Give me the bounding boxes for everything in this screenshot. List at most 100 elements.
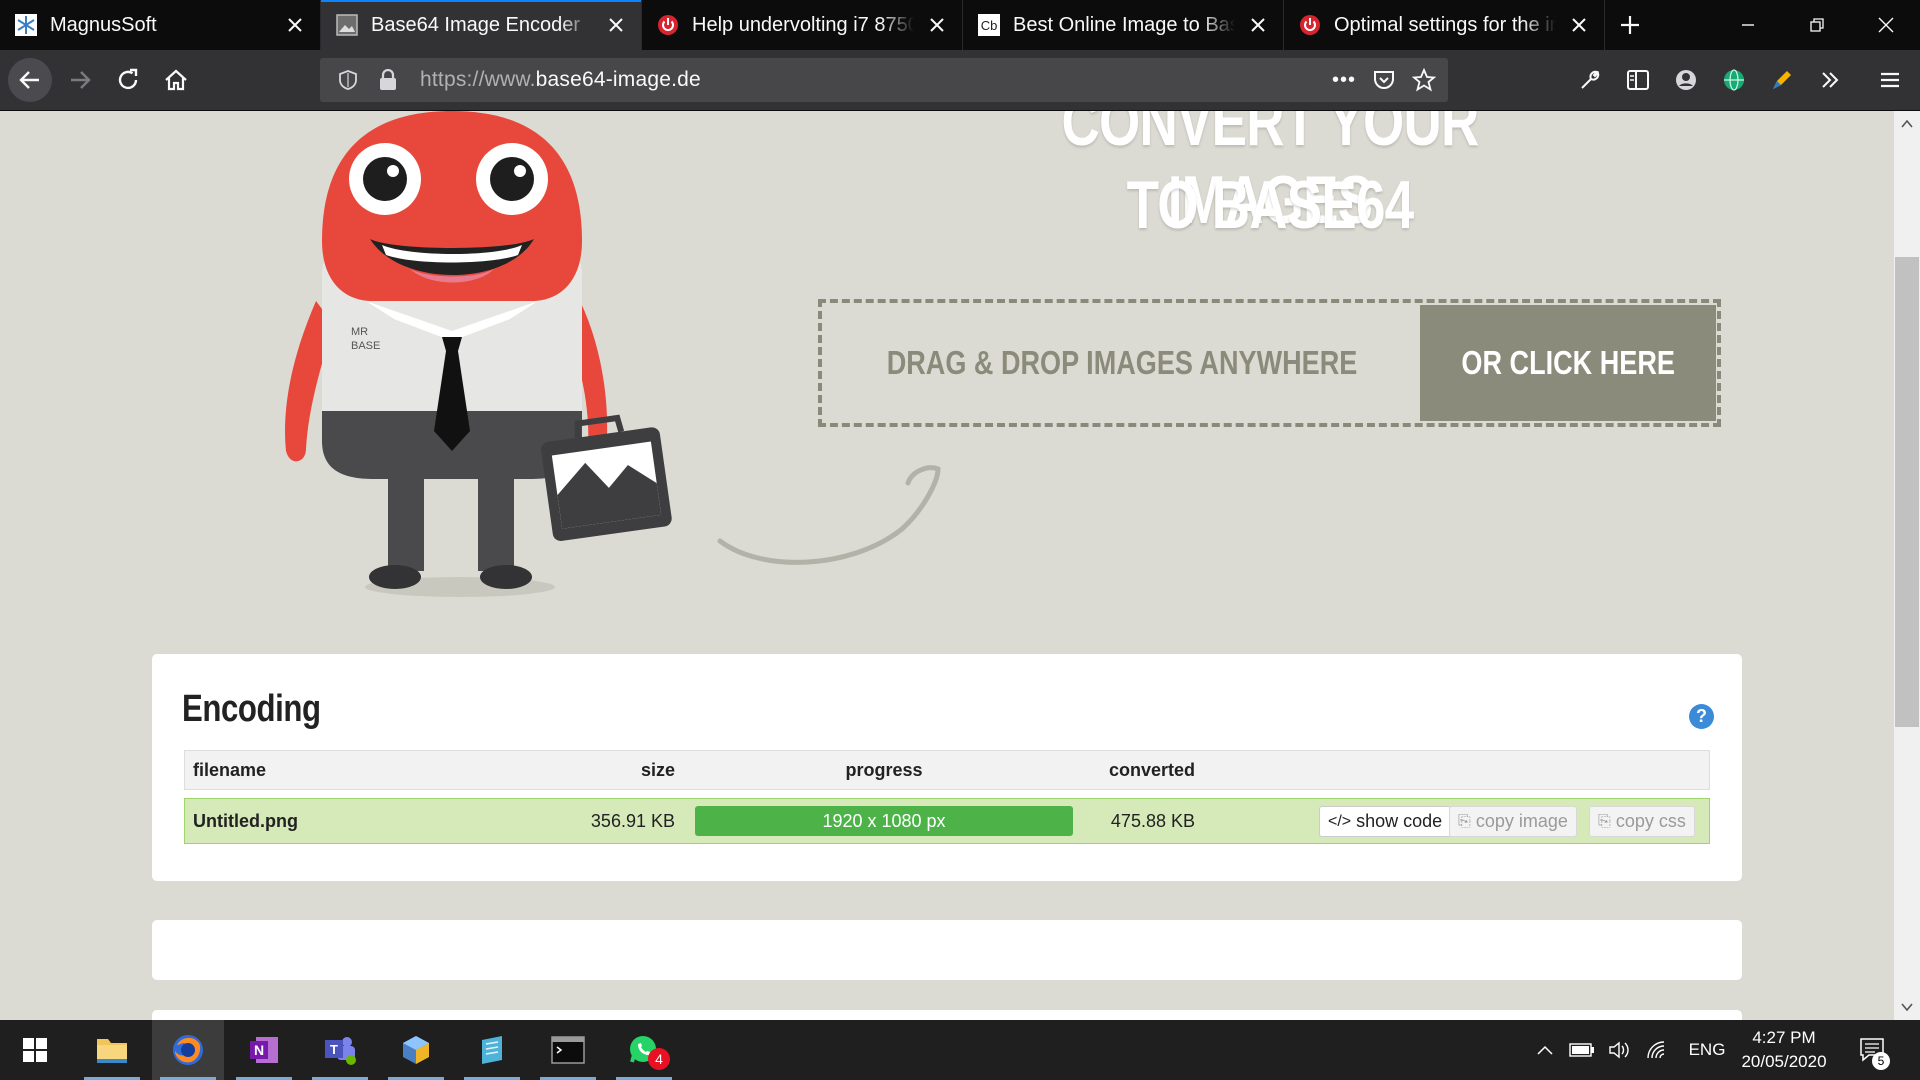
image-icon bbox=[335, 13, 359, 37]
clock[interactable]: 4:27 PM 20/05/2020 bbox=[1732, 1020, 1836, 1080]
back-button[interactable] bbox=[8, 58, 52, 102]
url-host: base64-image.de bbox=[535, 68, 701, 91]
tab-magnussoft[interactable]: MagnusSoft bbox=[0, 0, 321, 50]
wrench-icon[interactable] bbox=[1572, 62, 1608, 98]
taskbar-app-file-explorer[interactable] bbox=[76, 1020, 148, 1080]
copy-css-button[interactable]: ⎘ copy css bbox=[1589, 806, 1695, 837]
copy-css-label: copy css bbox=[1615, 811, 1686, 831]
close-tab-icon[interactable] bbox=[924, 12, 950, 38]
taskbar-app-whatsapp[interactable]: 4 bbox=[608, 1020, 680, 1080]
reload-icon bbox=[118, 68, 138, 90]
navigation-toolbar: https://www.base64-image.de ••• bbox=[0, 50, 1920, 111]
url-text[interactable]: https://www.base64-image.de bbox=[420, 68, 701, 92]
row-size: 356.91 KB bbox=[590, 810, 675, 831]
bookmark-star-icon[interactable] bbox=[1404, 60, 1444, 100]
terminal-icon bbox=[551, 1036, 585, 1064]
tab-title: Best Online Image to Base64 bbox=[1013, 13, 1235, 36]
lock-icon[interactable] bbox=[368, 60, 408, 100]
hero-heading-line2: TO BASE64 bbox=[1126, 167, 1415, 243]
file-explorer-icon bbox=[97, 1039, 127, 1063]
close-tab-icon[interactable] bbox=[1245, 12, 1271, 38]
clock-date: 20/05/2020 bbox=[1741, 1052, 1827, 1071]
tab-title: MagnusSoft bbox=[50, 13, 157, 36]
upload-button-label: OR CLICK HERE bbox=[1461, 344, 1675, 381]
upload-button[interactable]: OR CLICK HERE bbox=[1420, 305, 1716, 421]
tab-optimal-settings[interactable]: Optimal settings for the intel bbox=[1284, 0, 1605, 50]
reload-button[interactable] bbox=[106, 58, 150, 102]
speaker-icon bbox=[1609, 1041, 1629, 1059]
overflow-chevrons-icon[interactable] bbox=[1812, 62, 1848, 98]
empty-panel-2 bbox=[152, 1010, 1742, 1020]
taskbar-app-virtualbox[interactable] bbox=[380, 1020, 452, 1080]
row-converted: 475.88 KB bbox=[1110, 810, 1195, 831]
table-header: filename size progress converted bbox=[184, 750, 1710, 790]
new-tab-button[interactable] bbox=[1605, 0, 1655, 50]
pen-extension-icon[interactable] bbox=[1764, 62, 1800, 98]
encoding-panel: Encoding ? filename size progress conver… bbox=[152, 654, 1742, 881]
restore-button[interactable] bbox=[1782, 0, 1851, 50]
forward-button[interactable] bbox=[58, 58, 102, 102]
code-icon: </> bbox=[1328, 812, 1352, 830]
notes-icon bbox=[482, 1036, 502, 1064]
notification-badge: 4 bbox=[648, 1048, 670, 1070]
drop-zone-text: DRAG & DROP IMAGES ANYWHERE bbox=[886, 344, 1358, 381]
windows-icon bbox=[23, 1038, 47, 1062]
tab-strip: MagnusSoft Base64 Image Encoder Help und… bbox=[0, 0, 1920, 50]
language-indicator[interactable]: ENG bbox=[1682, 1020, 1732, 1080]
tab-best-online-image[interactable]: Cb Best Online Image to Base64 bbox=[963, 0, 1284, 50]
taskbar-app-terminal[interactable] bbox=[532, 1020, 604, 1080]
close-tab-icon[interactable] bbox=[603, 12, 629, 38]
start-button[interactable] bbox=[0, 1020, 70, 1080]
progress-text: 1920 x 1080 px bbox=[822, 810, 946, 831]
tab-base64-image-encoder[interactable]: Base64 Image Encoder bbox=[321, 0, 642, 50]
copy-icon: ⎘ bbox=[1458, 812, 1471, 830]
minimize-button[interactable] bbox=[1713, 0, 1782, 50]
close-window-button[interactable] bbox=[1851, 0, 1920, 50]
page-actions-button[interactable]: ••• bbox=[1324, 60, 1364, 100]
network-button[interactable] bbox=[1642, 1020, 1674, 1080]
battery-button[interactable] bbox=[1566, 1020, 1598, 1080]
close-tab-icon[interactable] bbox=[282, 12, 308, 38]
clock-time: 4:27 PM bbox=[1752, 1028, 1816, 1047]
power-icon bbox=[656, 13, 680, 37]
hamburger-menu-icon[interactable] bbox=[1872, 62, 1908, 98]
url-bar[interactable]: https://www.base64-image.de ••• bbox=[320, 58, 1448, 102]
page-content: MR BASE CONVERT YOUR IMAGES TO BASE64 DR… bbox=[0, 111, 1894, 1020]
teams-icon: T bbox=[325, 1037, 356, 1065]
scroll-down-icon[interactable] bbox=[1894, 994, 1920, 1020]
volume-button[interactable] bbox=[1604, 1020, 1636, 1080]
tab-help-undervolting[interactable]: Help undervolting i7 8750h T bbox=[642, 0, 963, 50]
action-center-button[interactable]: 5 bbox=[1848, 1020, 1898, 1080]
taskbar: N T 4 ENG 4:27 PM 20/05/2020 5 bbox=[0, 1020, 1920, 1080]
tab-title: Base64 Image Encoder bbox=[371, 13, 581, 36]
firefox-icon bbox=[173, 1035, 203, 1065]
power-icon bbox=[1298, 13, 1322, 37]
scroll-up-icon[interactable] bbox=[1894, 111, 1920, 137]
tray-overflow-chevron[interactable] bbox=[1530, 1020, 1560, 1080]
copy-image-button[interactable]: ⎘ copy image bbox=[1449, 806, 1577, 837]
restore-icon bbox=[1809, 18, 1824, 32]
pocket-icon[interactable] bbox=[1364, 60, 1404, 100]
globe-extension-icon[interactable] bbox=[1716, 62, 1752, 98]
taskbar-app-firefox[interactable] bbox=[152, 1020, 224, 1080]
shield-icon[interactable] bbox=[328, 60, 368, 100]
help-icon[interactable]: ? bbox=[1689, 704, 1714, 729]
column-converted: converted bbox=[1108, 759, 1195, 780]
home-button[interactable] bbox=[154, 58, 198, 102]
sidebar-icon[interactable] bbox=[1620, 62, 1656, 98]
cb-icon-text: Cb bbox=[981, 18, 998, 33]
taskbar-app-teams[interactable]: T bbox=[304, 1020, 376, 1080]
page-scrollbar[interactable] bbox=[1894, 111, 1920, 1020]
drop-zone[interactable]: DRAG & DROP IMAGES ANYWHERE OR CLICK HER… bbox=[818, 299, 1721, 427]
column-progress: progress bbox=[845, 759, 923, 780]
arrow-right-icon bbox=[71, 71, 91, 89]
scrollbar-thumb[interactable] bbox=[1895, 257, 1919, 727]
plus-icon bbox=[1621, 16, 1639, 34]
close-tab-icon[interactable] bbox=[1566, 12, 1592, 38]
account-icon[interactable] bbox=[1668, 62, 1704, 98]
taskbar-app-notes[interactable] bbox=[456, 1020, 528, 1080]
show-code-button[interactable]: </> show code bbox=[1319, 806, 1452, 837]
mascot-label: MR bbox=[351, 326, 368, 338]
taskbar-app-onenote[interactable]: N bbox=[228, 1020, 300, 1080]
url-prefix: https://www. bbox=[420, 68, 536, 91]
